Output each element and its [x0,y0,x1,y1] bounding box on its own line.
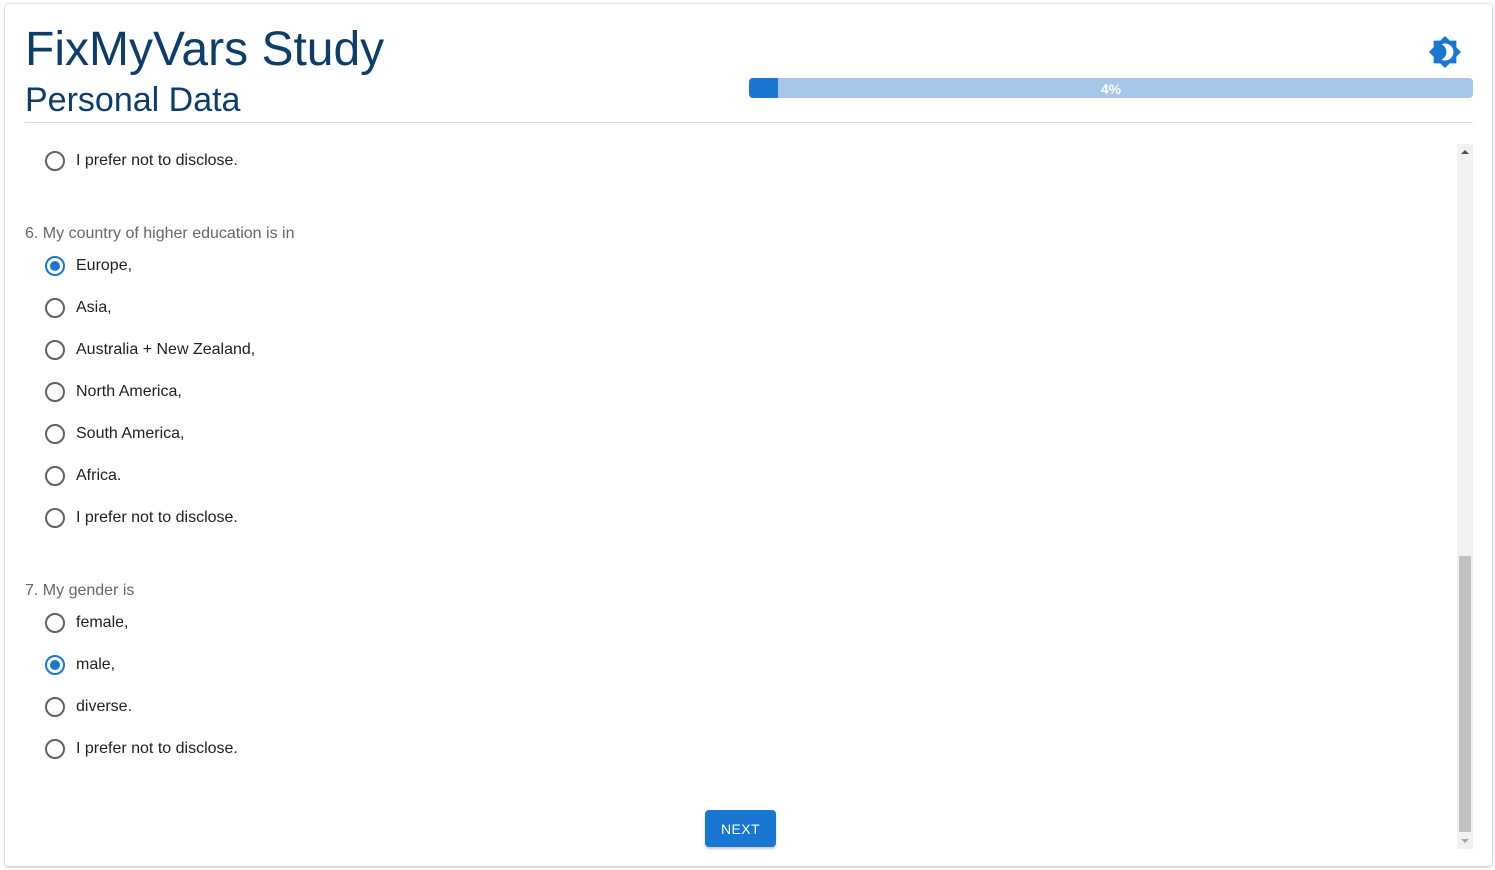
radio-option[interactable]: Australia + New Zealand, [43,335,255,365]
radio-option-label: female, [76,614,129,631]
radio-option-label: Africa. [76,467,122,484]
radio-option[interactable]: Europe, [43,251,132,281]
radio-button[interactable] [45,655,65,675]
app-title: FixMyVars Study [25,23,385,76]
header-divider [25,122,1473,123]
radio-button[interactable] [45,151,65,171]
radio-button[interactable] [45,613,65,633]
radio-option[interactable]: Africa. [43,461,121,491]
radio-button[interactable] [45,466,65,486]
progress-bar: 4% [749,78,1473,98]
page-title: Personal Data [25,81,241,119]
radio-button[interactable] [45,298,65,318]
radio-button[interactable] [45,256,65,276]
radio-option-label: Europe, [76,257,133,274]
radio-option-label: Asia, [76,299,112,316]
radio-option[interactable]: diverse. [43,692,132,722]
study-card: FixMyVars Study Personal Data 4% I prefe… [5,4,1492,866]
question-label: 6. My country of higher education is in [25,225,295,242]
radio-option-label: I prefer not to disclose. [76,509,238,526]
radio-option-label: male, [76,656,116,673]
radio-button[interactable] [45,340,65,360]
radio-option[interactable]: male, [43,650,115,680]
radio-option[interactable]: Asia, [43,293,112,323]
theme-toggle-button[interactable] [1427,34,1463,70]
progress-label: 4% [1100,81,1122,97]
question-label: 7. My gender is [25,582,135,599]
radio-option-label: South America, [76,425,185,442]
radio-button[interactable] [45,508,65,528]
radio-option-label: I prefer not to disclose. [76,152,238,169]
radio-option[interactable]: I prefer not to disclose. [43,503,238,533]
radio-button[interactable] [45,424,65,444]
next-button[interactable]: NEXT [705,810,776,847]
scroll-up-arrow-icon[interactable] [1461,150,1469,154]
radio-option[interactable]: I prefer not to disclose. [43,734,238,764]
radio-option-label: Australia + New Zealand, [76,341,256,358]
scrollbar-thumb[interactable] [1459,556,1471,832]
radio-option-label: I prefer not to disclose. [76,740,238,757]
question-scroll-area: I prefer not to disclose. 6. My country … [5,144,1473,849]
vertical-scrollbar[interactable] [1457,144,1473,849]
radio-option[interactable]: female, [43,608,128,638]
radio-button[interactable] [45,382,65,402]
radio-option-label: North America, [76,383,182,400]
radio-button[interactable] [45,697,65,717]
scroll-down-arrow-icon[interactable] [1461,839,1469,843]
radio-option[interactable]: I prefer not to disclose. [43,146,238,176]
brightness-icon [1428,35,1462,69]
radio-button[interactable] [45,739,65,759]
radio-option-label: diverse. [76,698,133,715]
radio-option[interactable]: North America, [43,377,182,407]
radio-option[interactable]: South America, [43,419,185,449]
